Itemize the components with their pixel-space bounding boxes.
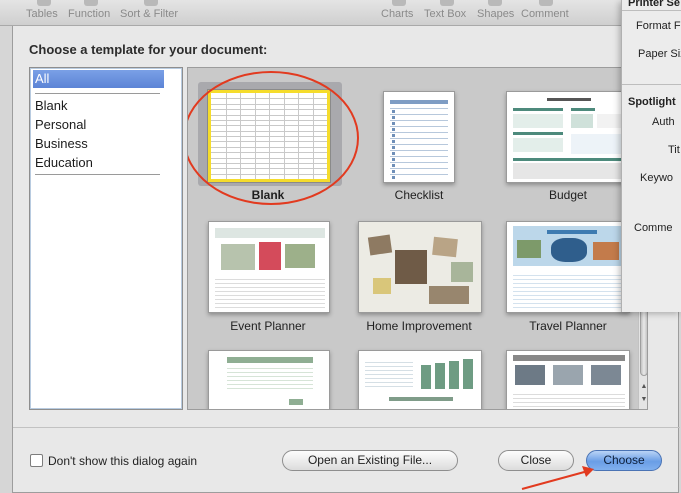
function-icon: [84, 0, 98, 6]
category-separator: [35, 93, 160, 94]
toolbar-comment-label: Comment: [521, 8, 569, 20]
template-event-planner-label: Event Planner: [230, 319, 306, 333]
inspector-author-label: Auth: [652, 116, 675, 128]
toolbar-function-button[interactable]: Function: [68, 0, 114, 26]
toolbar-sort-filter-button[interactable]: Sort & Filter: [120, 0, 182, 26]
toolbar-charts-button[interactable]: Charts: [381, 0, 417, 26]
toolbar-shapes-button[interactable]: Shapes: [477, 0, 515, 26]
budget-thumbnail: [506, 91, 630, 183]
red-annotation-ellipse: [188, 71, 359, 205]
shapes-icon: [488, 0, 502, 6]
checklist-row: [390, 126, 448, 127]
category-list[interactable]: All Blank Personal Business Education: [29, 67, 183, 410]
checklist-row: [390, 156, 448, 157]
checklist-row: [390, 138, 448, 139]
tables-icon: [37, 0, 51, 6]
template-travel-planner-label: Travel Planner: [529, 319, 607, 333]
template-row3-col1[interactable]: [188, 338, 348, 409]
textbox-icon: [440, 0, 454, 6]
checklist-row: [390, 150, 448, 151]
comment-icon: [539, 0, 553, 6]
checklist-box: [392, 134, 395, 137]
template-grid[interactable]: Blank Checklist Budget Event Planner Hom…: [187, 67, 648, 410]
category-item-blank[interactable]: Blank: [35, 98, 68, 113]
toolbar-tables-label: Tables: [26, 8, 58, 20]
template-row3-col1-thumbnail: [208, 350, 330, 409]
toolbar-textbox-button[interactable]: Text Box: [424, 0, 470, 26]
inspector-panel: Printer Se Format F Paper Siz Spotlight …: [621, 0, 681, 312]
template-row3-col3[interactable]: [498, 338, 647, 409]
template-event-planner[interactable]: Event Planner: [188, 208, 348, 338]
template-row3-col3-thumbnail: [506, 350, 630, 409]
toolbar-shapes-label: Shapes: [477, 8, 515, 20]
checklist-row: [390, 162, 448, 163]
home-improvement-thumbnail: [358, 221, 482, 313]
checklist-box: [392, 116, 395, 119]
checklist-row: [390, 168, 448, 169]
template-checklist[interactable]: Checklist: [348, 68, 498, 208]
checklist-box: [392, 170, 395, 173]
open-existing-file-button[interactable]: Open an Existing File...: [282, 450, 458, 471]
category-item-education[interactable]: Education: [35, 155, 93, 170]
sort-filter-icon: [144, 0, 158, 6]
inspector-divider: [622, 10, 681, 11]
checklist-row: [390, 120, 448, 121]
toolbar-function-label: Function: [68, 8, 111, 20]
toolbar-charts-label: Charts: [381, 8, 414, 20]
checklist-thumbnail: [383, 91, 455, 183]
inspector-divider: [622, 84, 681, 85]
checklist-box: [392, 152, 395, 155]
scroll-up-arrow-icon[interactable]: ▲: [640, 383, 647, 390]
inspector-spotlight-section: Spotlight: [628, 96, 676, 108]
toolbar-textbox-label: Text Box: [424, 8, 467, 20]
red-annotation-arrow-icon: [521, 466, 594, 490]
checklist-box: [392, 158, 395, 161]
toolbar-sort-filter-label: Sort & Filter: [120, 8, 179, 20]
inspector-comments-label: Comme: [634, 222, 673, 234]
checklist-box: [392, 176, 395, 179]
toolbar-tables-button[interactable]: Tables: [26, 0, 62, 26]
category-separator: [35, 174, 160, 175]
app-toolbar: Tables Function Sort & Filter Charts Tex…: [0, 0, 681, 26]
event-planner-thumbnail: [208, 221, 330, 313]
checklist-row: [390, 144, 448, 145]
checklist-row: [390, 132, 448, 133]
checklist-box: [392, 122, 395, 125]
scroll-down-arrow-icon[interactable]: ▼: [640, 396, 647, 403]
template-chooser-dialog: Choose a template for your document: All…: [12, 26, 680, 493]
template-row3-col2[interactable]: [348, 338, 498, 409]
inspector-format-label: Format F: [636, 20, 681, 32]
checklist-row: [390, 174, 448, 175]
charts-icon: [392, 0, 406, 6]
checklist-box: [392, 110, 395, 113]
template-home-improvement[interactable]: Home Improvement: [348, 208, 498, 338]
checklist-box: [392, 146, 395, 149]
dont-show-again-label: Don't show this dialog again: [48, 454, 198, 468]
checklist-box: [392, 128, 395, 131]
inspector-title-label: Tit: [668, 144, 680, 156]
toolbar-comment-button[interactable]: Comment: [521, 0, 571, 26]
checklist-row: [390, 108, 448, 109]
travel-planner-thumbnail: [506, 221, 630, 313]
dialog-title: Choose a template for your document:: [29, 42, 268, 57]
checklist-box: [392, 164, 395, 167]
category-item-personal[interactable]: Personal: [35, 117, 86, 132]
inspector-paper-size-label: Paper Siz: [638, 48, 681, 60]
inspector-printer-section: Printer Se: [628, 0, 680, 9]
category-all-label: All: [35, 71, 50, 86]
template-budget-label: Budget: [548, 188, 588, 202]
category-item-all[interactable]: All: [33, 70, 164, 88]
checklist-row: [390, 114, 448, 115]
inspector-keywords-label: Keywo: [640, 172, 674, 184]
template-checklist-label: Checklist: [394, 188, 444, 202]
checklist-box: [392, 140, 395, 143]
template-home-improvement-label: Home Improvement: [366, 319, 472, 333]
footer-divider: [13, 427, 680, 428]
template-row3-col2-thumbnail: [358, 350, 482, 409]
category-item-business[interactable]: Business: [35, 136, 88, 151]
template-blank[interactable]: Blank: [188, 68, 359, 208]
dont-show-again-checkbox[interactable]: [30, 454, 43, 467]
